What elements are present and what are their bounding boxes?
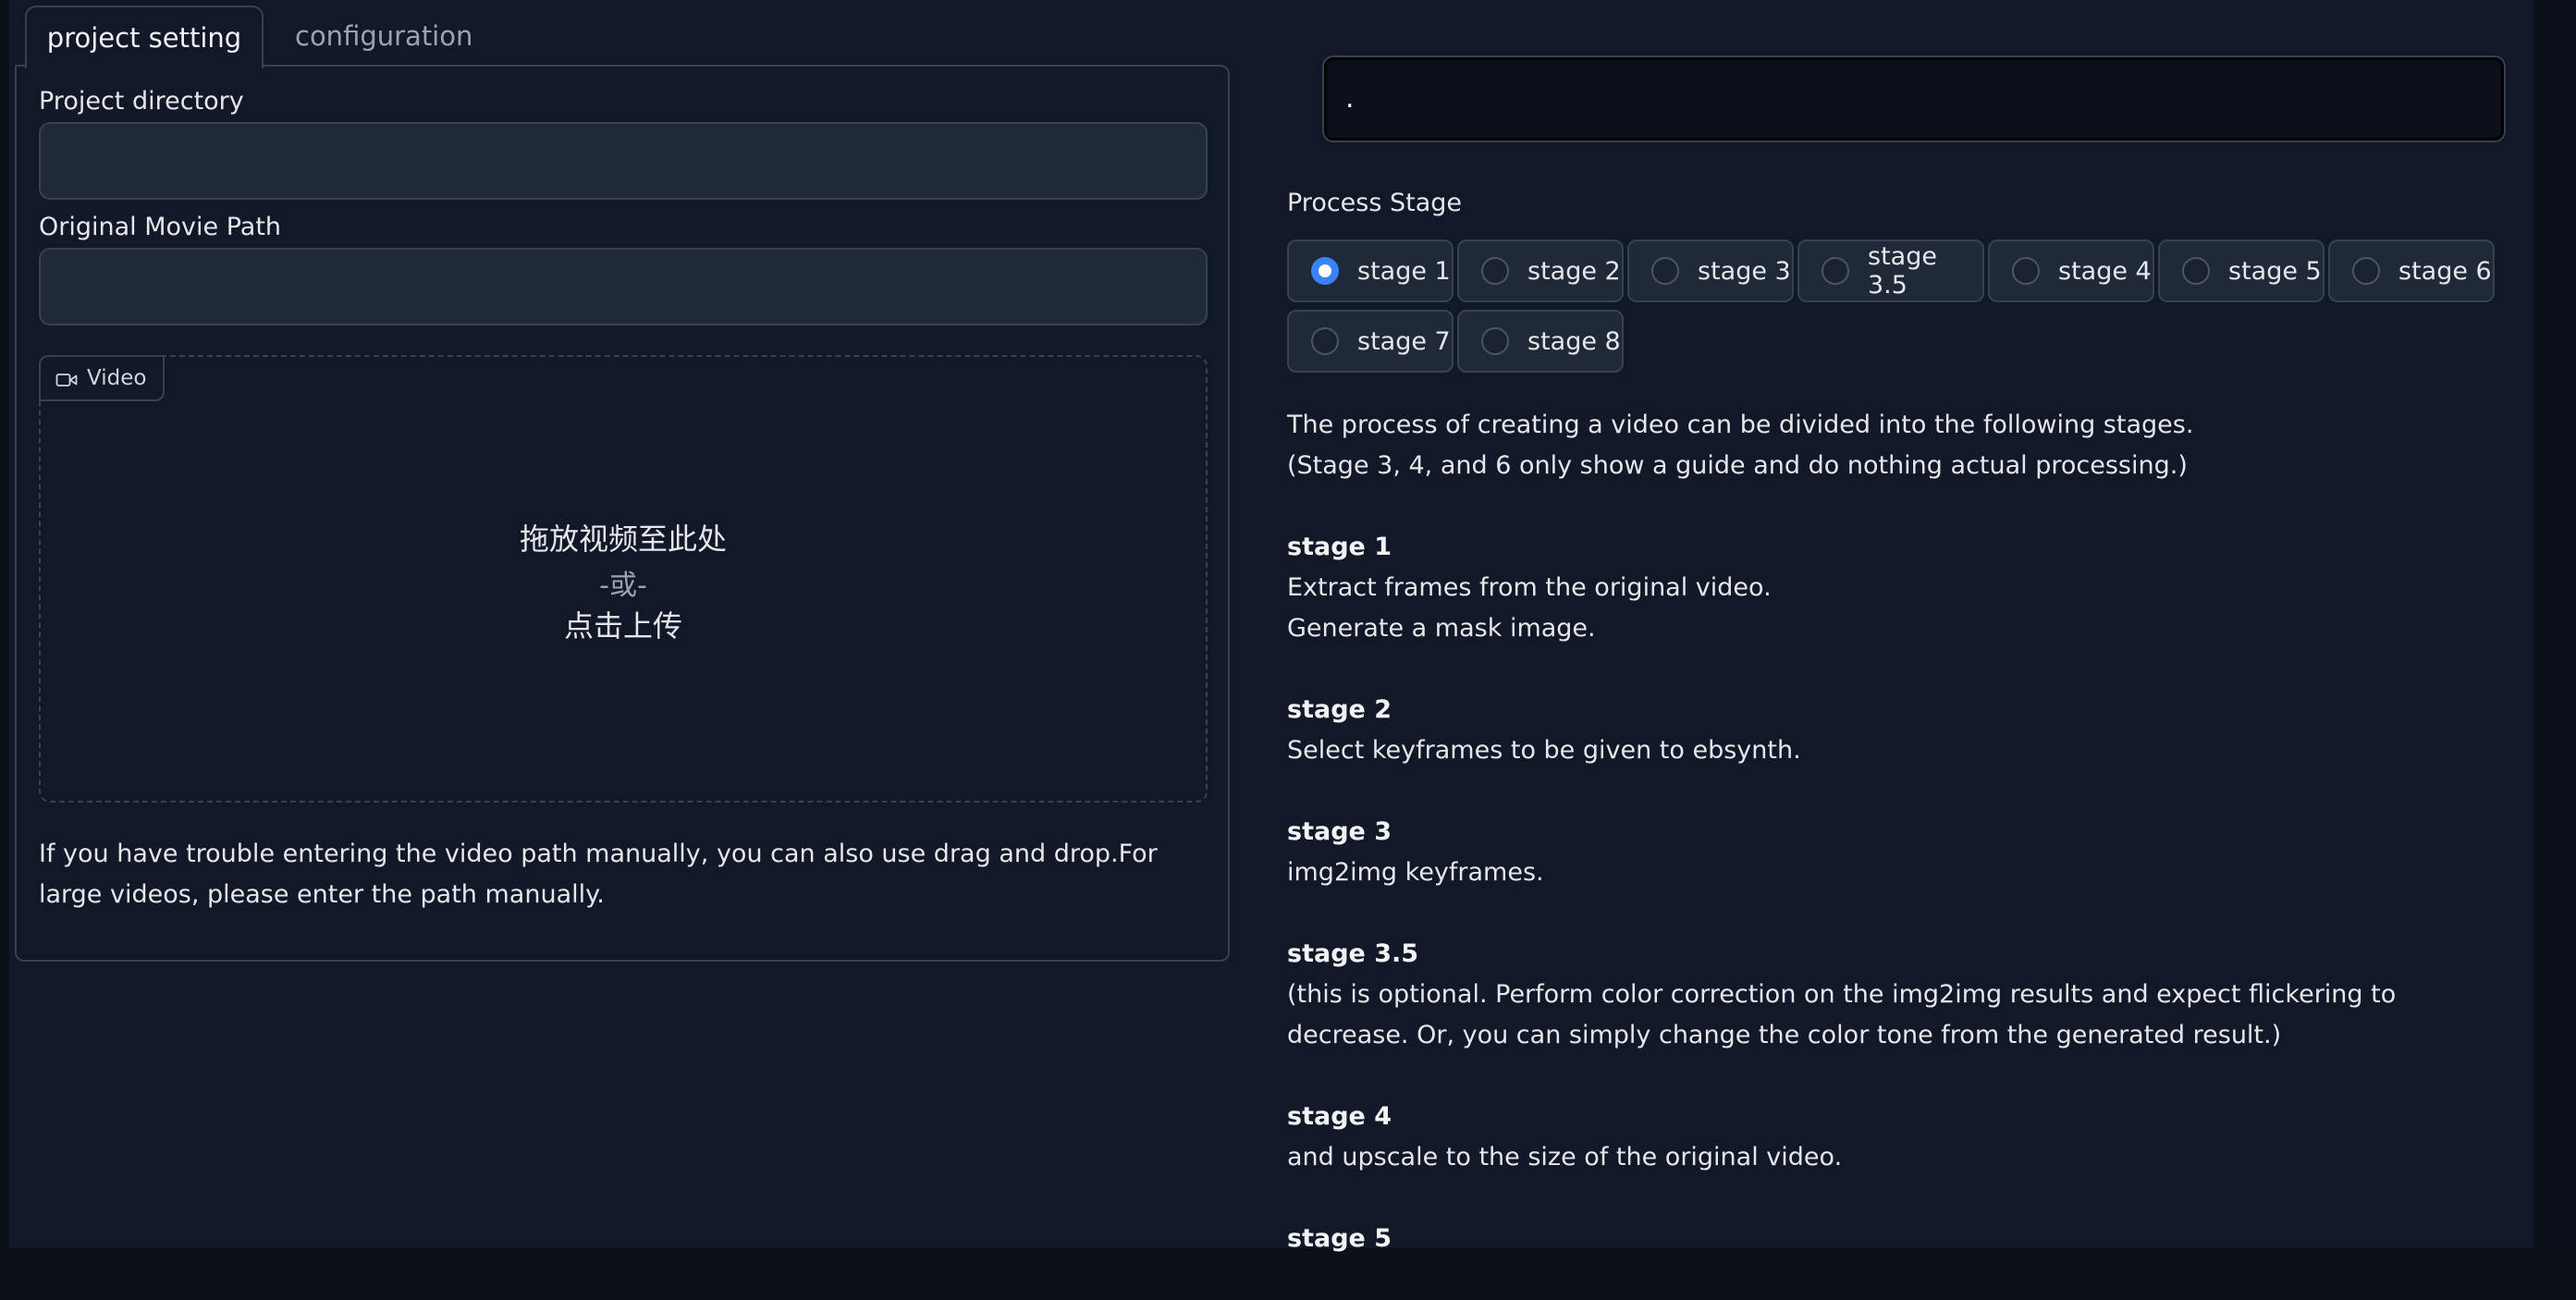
output-textbox[interactable]: . <box>1324 57 2504 141</box>
radio-label: stage 1 <box>1357 256 1451 286</box>
radio-indicator <box>1822 257 1849 285</box>
stage-1-description: stage 1 Extract frames from the original… <box>1287 527 2508 649</box>
radio-indicator <box>1651 257 1679 285</box>
page-scrollbar-track[interactable] <box>2533 0 2576 1248</box>
radio-stage-8[interactable]: stage 8 <box>1457 310 1624 373</box>
radio-stage-4[interactable]: stage 4 <box>1988 239 2154 302</box>
radio-label: stage 2 <box>1527 256 1621 286</box>
video-upload-dropzone[interactable]: Video 拖放视频至此处 -或- 点击上传 <box>39 355 1208 803</box>
stage-description: The process of creating a video can be d… <box>1287 405 2508 1300</box>
radio-stage-5[interactable]: stage 5 <box>2158 239 2325 302</box>
stage-1-title: stage 1 <box>1287 533 1392 561</box>
radio-label: stage 8 <box>1527 326 1621 356</box>
stage-1-line-1: Extract frames from the original video. <box>1287 573 1772 602</box>
radio-label: stage 5 <box>2228 256 2322 286</box>
radio-indicator <box>2012 257 2040 285</box>
radio-indicator <box>1311 327 1339 355</box>
video-badge: Video <box>39 355 166 401</box>
radio-indicator <box>1481 257 1509 285</box>
stage-3-description: stage 3 img2img keyframes. <box>1287 812 2508 893</box>
stage-2-description: stage 2 Select keyframes to be given to … <box>1287 690 2508 771</box>
stage-1-line-2: Generate a mask image. <box>1287 614 1596 643</box>
original-movie-path-input[interactable] <box>39 248 1208 325</box>
radio-stage-3-5[interactable]: stage 3.5 <box>1797 239 1984 302</box>
radio-label: stage 3.5 <box>1868 242 1937 300</box>
stage-4-title: stage 4 <box>1287 1102 1392 1131</box>
stage-5-title: stage 5 <box>1287 1224 1392 1253</box>
original-movie-path-label: Original Movie Path <box>39 213 282 241</box>
radio-indicator <box>1481 327 1509 355</box>
radio-label: stage 7 <box>1357 326 1451 356</box>
stage-4-description: stage 4 and upscale to the size of the o… <box>1287 1097 2508 1178</box>
video-badge-label: Video <box>87 366 147 390</box>
description-intro: The process of creating a video can be d… <box>1287 405 2508 486</box>
drop-or-separator: -或- <box>599 570 647 602</box>
radio-indicator <box>2352 257 2380 285</box>
stage-3-5-description: stage 3.5 (this is optional. Perform col… <box>1287 934 2508 1056</box>
video-camera-icon <box>55 370 78 386</box>
radio-label: stage 4 <box>2058 256 2152 286</box>
tab-configuration[interactable]: configuration <box>295 6 498 67</box>
radio-stage-1[interactable]: stage 1 <box>1287 239 1454 302</box>
project-directory-input[interactable] <box>39 122 1208 200</box>
click-upload-instruction: 点击上传 <box>563 608 682 644</box>
radio-stage-3[interactable]: stage 3 <box>1627 239 1794 302</box>
stage-2-line-1: Select keyframes to be given to ebsynth. <box>1287 736 1801 765</box>
radio-stage-7[interactable]: stage 7 <box>1287 310 1454 373</box>
stage-3-5-title: stage 3.5 <box>1287 939 1419 968</box>
radio-indicator <box>2182 257 2210 285</box>
project-setting-panel: Project directory Original Movie Path Vi… <box>15 65 1230 962</box>
stage-3-title: stage 3 <box>1287 817 1392 846</box>
project-directory-label: Project directory <box>39 87 244 116</box>
drag-drop-help-text: If you have trouble entering the video p… <box>39 840 1158 909</box>
radio-stage-6[interactable]: stage 6 <box>2328 239 2495 302</box>
window-left-edge <box>0 0 9 1248</box>
radio-label: stage 3 <box>1698 256 1791 286</box>
stage-3-line-1: img2img keyframes. <box>1287 858 1544 887</box>
radio-label: stage 6 <box>2398 256 2492 286</box>
radio-stage-2[interactable]: stage 2 <box>1457 239 1624 302</box>
stage-5-description: stage 5 <box>1287 1219 2508 1259</box>
stage-4-line-1: and upscale to the size of the original … <box>1287 1143 1843 1171</box>
radio-indicator <box>1311 257 1339 285</box>
stage-2-title: stage 2 <box>1287 695 1392 724</box>
intro-line-1: The process of creating a video can be d… <box>1287 411 2194 439</box>
drop-instruction: 拖放视频至此处 <box>519 521 727 557</box>
process-stage-label: Process Stage <box>1287 189 1463 217</box>
stage-3-5-line-1: (this is optional. Perform color correct… <box>1287 980 2397 1049</box>
intro-line-2: (Stage 3, 4, and 6 only show a guide and… <box>1287 451 2188 480</box>
tab-project-setting[interactable]: project setting <box>25 6 264 68</box>
